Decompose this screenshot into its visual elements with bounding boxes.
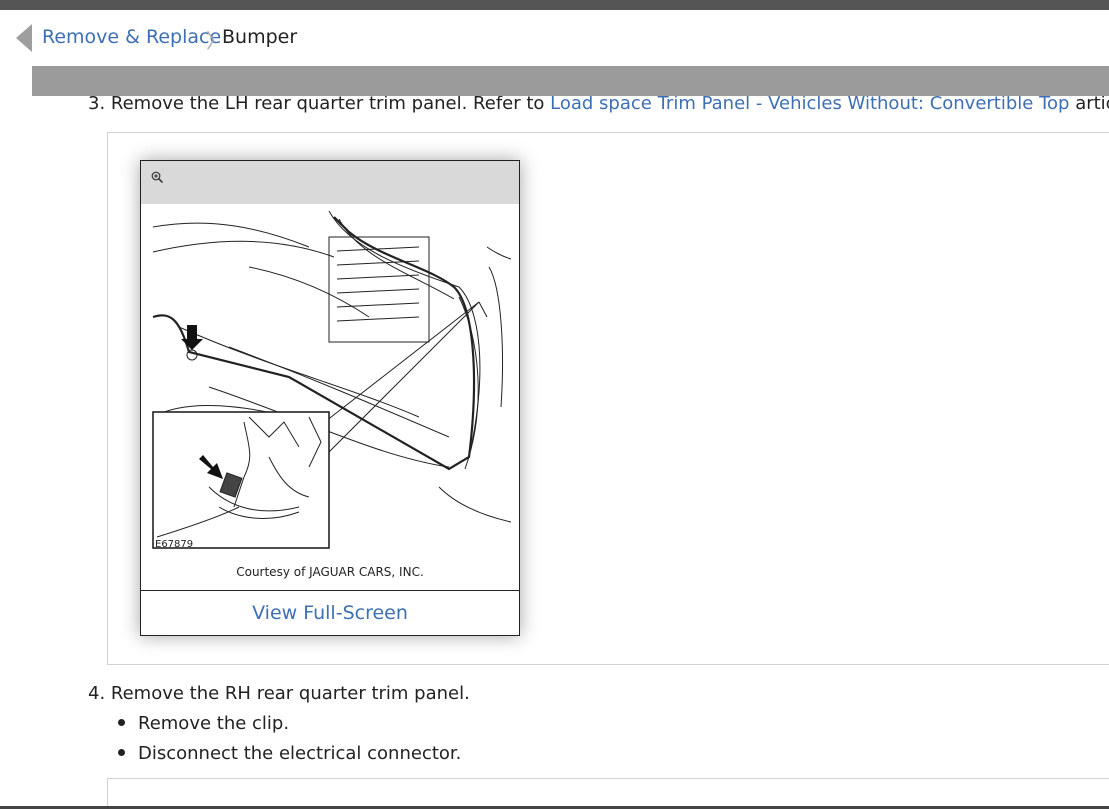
figure-courtesy: Courtesy of JAGUAR CARS, INC. <box>236 565 424 579</box>
figure-toolbar <box>141 161 519 204</box>
zoom-in-icon[interactable] <box>151 171 163 183</box>
trim-panel-illustration[interactable]: E67879 <box>149 207 511 552</box>
figure-container: E67879 Courtesy of JAGUAR CARS, INC. Vie… <box>107 132 1109 665</box>
list-item-text: Remove the clip. <box>138 713 290 734</box>
view-full-screen-link[interactable]: View Full-Screen <box>141 602 519 624</box>
list-item: Remove the clip. <box>118 713 289 734</box>
image-label: E67879 <box>155 539 193 550</box>
step-3-text: 3. Remove the LH rear quarter trim panel… <box>88 96 551 114</box>
section-header-bar <box>32 66 1109 96</box>
trim-panel-article-link[interactable]: Load space Trim Panel - Vehicles Without… <box>550 96 1069 114</box>
step-3-suffix: article. <box>1075 96 1109 114</box>
step-3: 3. Remove the LH rear quarter trim panel… <box>88 96 1109 114</box>
bullet-icon <box>118 748 125 756</box>
step-4: 4. Remove the RH rear quarter trim panel… <box>88 683 470 704</box>
figure-card: E67879 Courtesy of JAGUAR CARS, INC. Vie… <box>140 160 520 636</box>
breadcrumb-current: Bumper <box>222 26 298 48</box>
list-item: Disconnect the electrical connector. <box>118 743 461 764</box>
breadcrumb: Remove & Replace 〉 Bumper <box>0 10 1109 66</box>
list-item-text: Disconnect the electrical connector. <box>138 743 462 764</box>
breadcrumb-parent-link[interactable]: Remove & Replace <box>42 26 221 48</box>
next-figure-container <box>107 778 1109 809</box>
chevron-left-icon[interactable] <box>16 24 32 52</box>
top-strip <box>0 0 1109 10</box>
article-content: 3. Remove the LH rear quarter trim panel… <box>0 96 1109 809</box>
bullet-icon <box>118 718 125 726</box>
card-divider <box>141 590 519 591</box>
